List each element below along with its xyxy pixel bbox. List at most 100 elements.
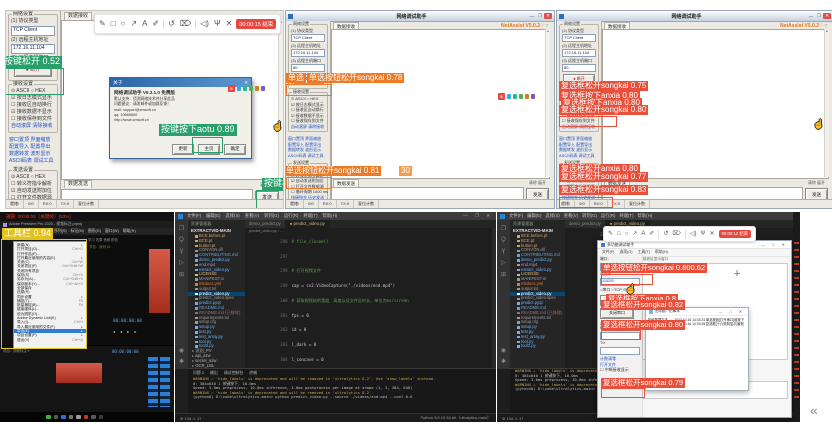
taskbar-icon[interactable]: [54, 415, 59, 420]
tx-count-field[interactable]: [600, 347, 640, 355]
host-input[interactable]: 172.16.11.104: [291, 49, 325, 57]
pause-recv-checkbox[interactable]: ☐ 中断接收显示: [600, 367, 640, 373]
host-input[interactable]: 172.16.11.104: [562, 49, 596, 57]
draw-tool-icon[interactable]: ✎: [99, 20, 106, 28]
editor-tab[interactable]: demo_predict.py: [565, 220, 606, 228]
app-icon[interactable]: [513, 94, 518, 99]
quick-link-row[interactable]: 数据转发 波形显示: [9, 151, 57, 158]
app-icon[interactable]: [525, 94, 530, 99]
scrollbar[interactable]: [278, 20, 283, 178]
quick-link-row[interactable]: ASCII码表 调试工具: [9, 158, 57, 165]
draw-tool-icon[interactable]: ✐: [152, 20, 159, 28]
activity-bar-icon[interactable]: ▷: [179, 259, 184, 266]
disconnect-button[interactable]: ● 断开: [292, 74, 324, 85]
settings-icon[interactable]: ◉: [501, 347, 506, 354]
receive-tab[interactable]: 数据接收: [64, 12, 92, 20]
menu-item[interactable]: 帮助(H): [323, 213, 338, 219]
media-tool-icon[interactable]: Ψ: [701, 231, 706, 237]
menu-item[interactable]: 选择(S): [225, 213, 239, 219]
menu-item[interactable]: 编辑(E): [20, 229, 33, 234]
app-icon[interactable]: [237, 86, 242, 91]
menu-item[interactable]: 图形(G): [88, 229, 101, 234]
protocol-select[interactable]: TCP Client: [11, 26, 55, 36]
checkbox-option[interactable]: ☐ 转义符指令解析: [11, 181, 55, 188]
breadcrumb[interactable]: predict_video.py › …: [245, 228, 496, 235]
minimap[interactable]: [492, 228, 496, 369]
menu-item[interactable]: 编辑(E): [527, 213, 541, 219]
editor-tab[interactable]: demo_predict.py: [245, 220, 286, 228]
send-options[interactable]: 清除 展开: [808, 180, 825, 186]
app-icon[interactable]: [249, 86, 254, 91]
receive-area[interactable]: [602, 29, 829, 179]
checkbox-option[interactable]: ☐ 接收保存到文件: [291, 118, 325, 124]
receive-links[interactable]: 自动滚屏 清除接收: [291, 124, 325, 130]
taskbar-icon[interactable]: [84, 415, 89, 420]
close-icon[interactable]: ✕: [544, 13, 552, 19]
menu-item[interactable]: 剪辑(C): [37, 229, 50, 234]
problems-status[interactable]: ⊘ 134 ⚠ 17: [502, 416, 523, 421]
port-input[interactable]: 80: [562, 64, 596, 72]
menu-item[interactable]: 运行(R): [284, 213, 299, 219]
checkbox-option[interactable]: ☐ 循环周期 1000 ms: [291, 189, 325, 195]
checkbox-option[interactable]: ☐ 接收保存到文件: [562, 118, 596, 124]
premiere-titlebar[interactable]: Adobe Premiere Pro 2020 - 视频标注.prproj: [0, 221, 174, 228]
menu-item[interactable]: 转到(G): [264, 213, 279, 219]
draw-tool-icon[interactable]: A: [142, 20, 147, 28]
draw-tool-icon[interactable]: A: [641, 231, 645, 237]
menu-item[interactable]: 序列(S): [54, 229, 67, 234]
checkbox-option[interactable]: ☐ 接收保存到文件: [11, 116, 55, 123]
dialog-button[interactable]: 确定: [224, 144, 246, 155]
app-icon[interactable]: [243, 86, 248, 91]
recording-timer-badge[interactable]: 00:00:15 结束: [236, 19, 276, 29]
draw-tool-icon[interactable]: ✎: [608, 231, 613, 237]
activity-bar-icon[interactable]: ɣ: [502, 248, 505, 254]
open-port-button[interactable]: 打开串口: [600, 295, 634, 306]
menu-item[interactable]: 查看(V): [564, 213, 578, 219]
receive-format-radios[interactable]: ⊙ ASCII ○ HEX: [11, 88, 55, 95]
draw-tool-icon[interactable]: □: [617, 231, 621, 237]
file-menu-item[interactable]: 退出(X) Ctrl+Q: [14, 338, 86, 342]
quick-link-row[interactable]: ASCII码表 调试工具: [288, 153, 328, 159]
problems-status[interactable]: ⊘ 134 ⚠ 17: [180, 416, 201, 421]
editor-tab[interactable]: ● predict_video.py: [286, 220, 330, 228]
serial-titlebar[interactable]: 多功能调试助手 — □ ✕: [598, 241, 791, 249]
menu-item[interactable]: 编辑(E): [206, 213, 220, 219]
activity-bar-icon[interactable]: ɣ: [180, 248, 183, 254]
app-icon[interactable]: S: [228, 85, 235, 92]
media-tool-icon[interactable]: ✕: [226, 20, 233, 28]
media-tool-icon[interactable]: Ψ: [214, 20, 221, 28]
app-icon[interactable]: S: [498, 93, 505, 100]
workspace-tabs[interactable]: 学习 效果 音频 颜色: [85, 235, 174, 244]
activity-bar-icon[interactable]: ❐: [501, 225, 506, 232]
dialog-button[interactable]: 主页: [198, 144, 220, 155]
menu-item[interactable]: 转到(G): [582, 213, 597, 219]
activity-bar-icon[interactable]: Ϙ: [179, 237, 184, 243]
window-controls[interactable]: — □ ✕: [761, 242, 788, 247]
checkbox-option[interactable]: ☑ 接收数据不显示: [11, 109, 55, 116]
window-controls[interactable]: — ❐ ✕: [463, 213, 493, 219]
send-options[interactable]: 清除 展开: [529, 180, 546, 186]
quick-link-row[interactable]: ASCII码表 调试工具: [559, 153, 599, 159]
menu-item[interactable]: 查看(V): [245, 213, 259, 219]
maximize-icon[interactable]: ❐: [536, 13, 544, 19]
minimap-error-strip[interactable]: [793, 212, 800, 422]
menu-item[interactable]: 文件(F): [187, 213, 201, 219]
app-icon[interactable]: [519, 94, 524, 99]
settings-icon[interactable]: ✱: [501, 358, 506, 365]
terminal-output[interactable]: WARNING ⚠ 'hide_labels' is deprecated an…: [188, 377, 496, 400]
checkbox-option[interactable]: ☐ 接收区自动换行: [291, 107, 325, 113]
menu-item[interactable]: 帮助(H): [638, 213, 653, 219]
close-icon[interactable]: ✕: [823, 13, 831, 19]
checkbox-option[interactable]: ☑ 按日志模式显示: [11, 95, 55, 102]
checkbox-option[interactable]: ☐ 循环周期 1000 ms: [562, 189, 596, 195]
send-tab[interactable]: 数据发送: [64, 180, 92, 188]
edit-tool-icon[interactable]: ↺: [168, 20, 175, 28]
draw-tool-icon[interactable]: □: [111, 20, 116, 28]
menu-item[interactable]: 文件(F): [509, 213, 523, 219]
protocol-select[interactable]: TCP Client: [562, 34, 596, 42]
send-tab[interactable]: 数据发送: [333, 179, 359, 187]
taskbar-icon[interactable]: [69, 415, 74, 420]
media-tool-icon[interactable]: ✕: [710, 231, 715, 237]
menu-item[interactable]: 选择(S): [545, 213, 559, 219]
taskbar-icon[interactable]: [46, 415, 51, 420]
